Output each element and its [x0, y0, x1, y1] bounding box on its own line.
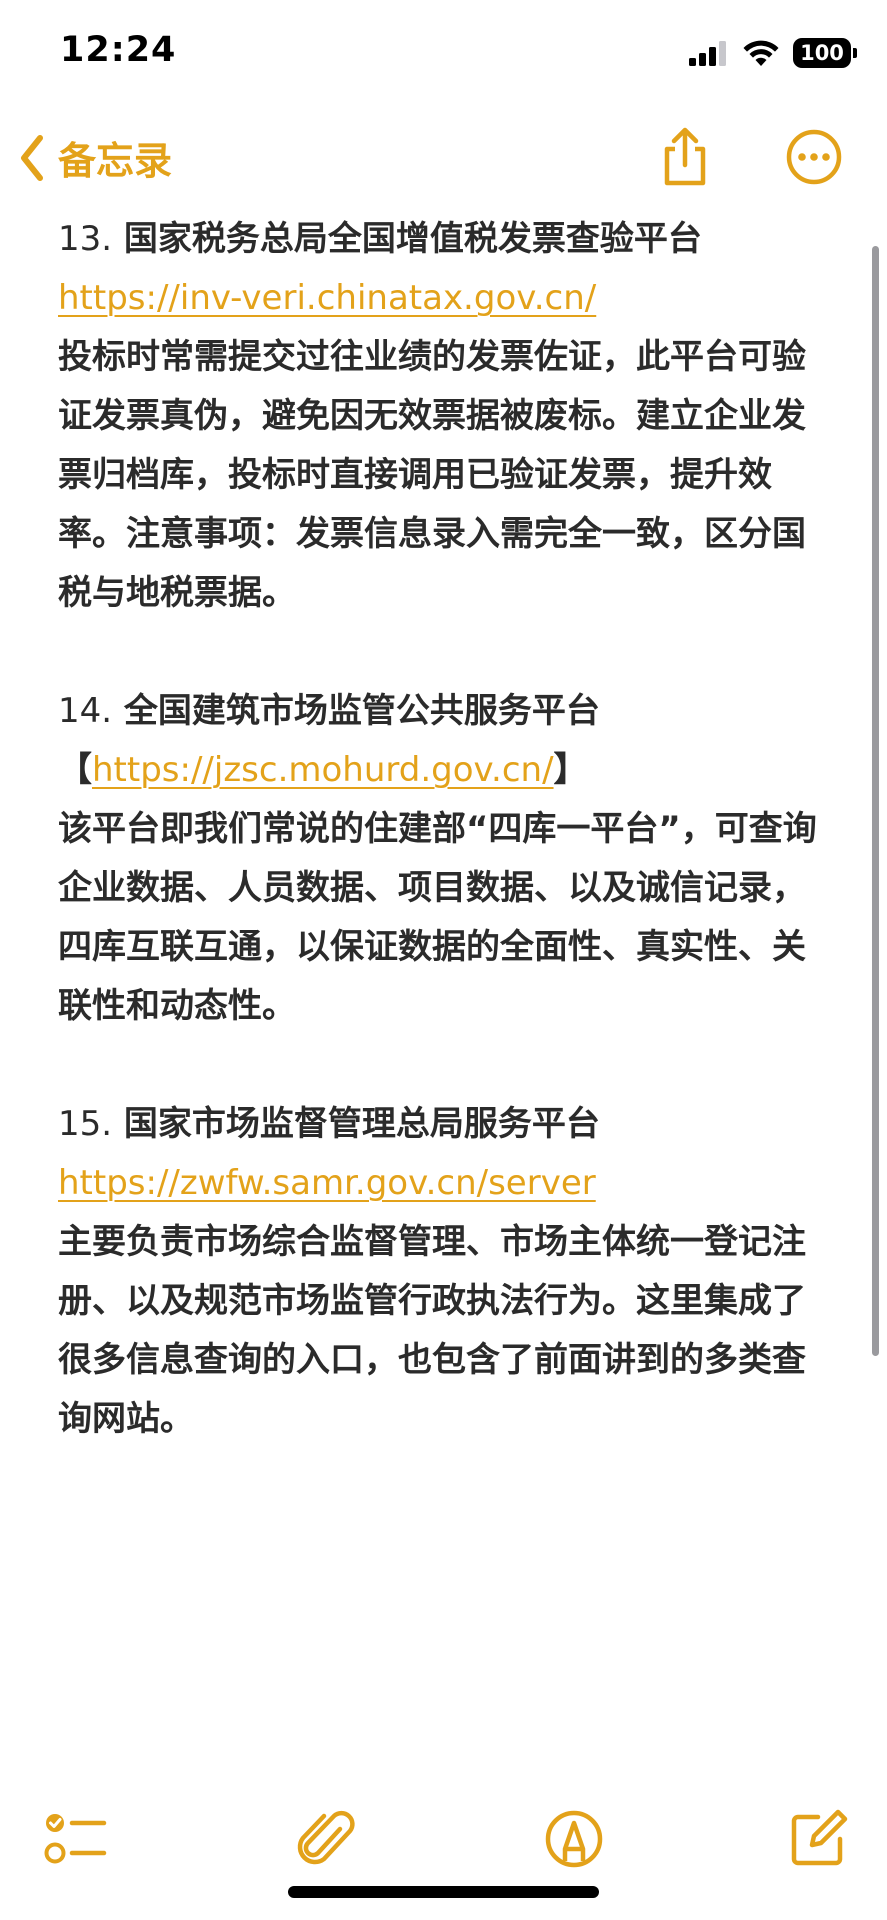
status-time: 12:24	[60, 30, 177, 70]
item-title: 国家税务总局全国增值税发票查验平台	[123, 219, 702, 259]
mohurd-link[interactable]: https://jzsc.mohurd.gov.cn/	[92, 750, 554, 790]
more-icon	[786, 129, 842, 185]
share-icon	[664, 127, 706, 186]
note-item-link-line: https://zwfw.samr.gov.cn/server	[58, 1154, 838, 1213]
status-icons: 100	[689, 38, 857, 68]
scrollbar[interactable]	[872, 246, 879, 1356]
markup-pen-icon	[545, 1810, 603, 1868]
chevron-left-icon	[21, 134, 43, 181]
item-title: 国家市场监督管理总局服务平台	[123, 1104, 600, 1144]
note-item-link-line: https://inv-veri.chinatax.gov.cn/	[58, 269, 838, 328]
item-title-suffix: 】	[553, 750, 588, 790]
bottom-toolbar	[0, 1745, 887, 1920]
note-body[interactable]: 13. 国家税务总局全国增值税发票查验平台 https://inv-veri.c…	[58, 210, 838, 1449]
attachment-button[interactable]	[290, 1803, 362, 1875]
home-indicator[interactable]	[288, 1886, 599, 1898]
note-item-title: 13. 国家税务总局全国增值税发票查验平台	[58, 210, 838, 269]
note-item-description: 主要负责市场综合监督管理、市场主体统一登记注册、以及规范市场监管行政执法行为。这…	[58, 1222, 806, 1439]
back-label: 备忘录	[58, 139, 173, 183]
wifi-icon	[743, 40, 779, 66]
item-number: 14.	[58, 691, 113, 731]
battery-level: 100	[800, 41, 844, 65]
note-item-description: 该平台即我们常说的住建部“四库一平台”，可查询企业数据、人员数据、项目数据、以及…	[58, 809, 817, 1026]
status-bar: 12:24 100	[0, 0, 887, 110]
item-number: 13.	[58, 219, 113, 259]
note-item-title: 15. 国家市场监督管理总局服务平台	[58, 1095, 838, 1154]
back-button[interactable]: 备忘录	[18, 130, 172, 185]
samr-link[interactable]: https://zwfw.samr.gov.cn/server	[58, 1163, 596, 1203]
markup-button[interactable]	[538, 1803, 610, 1875]
compose-button[interactable]	[782, 1803, 854, 1875]
note-item-title: 14. 全国建筑市场监管公共服务平台【https://jzsc.mohurd.g…	[58, 682, 838, 800]
share-button[interactable]	[650, 122, 720, 192]
paperclip-icon	[297, 1810, 355, 1865]
note-item-description: 投标时常需提交过往业绩的发票佐证，此平台可验证发票真伪，避免因无效票据被废标。建…	[58, 337, 806, 613]
checklist-button[interactable]	[40, 1803, 112, 1875]
battery-icon: 100	[793, 38, 857, 68]
item-number: 15.	[58, 1104, 113, 1144]
cellular-signal-icon	[689, 41, 726, 66]
navigation-bar: 备忘录	[0, 110, 887, 210]
checklist-icon	[44, 1814, 107, 1864]
chinatax-link[interactable]: https://inv-veri.chinatax.gov.cn/	[58, 278, 596, 318]
more-button[interactable]	[779, 122, 849, 192]
compose-icon	[791, 1809, 848, 1866]
